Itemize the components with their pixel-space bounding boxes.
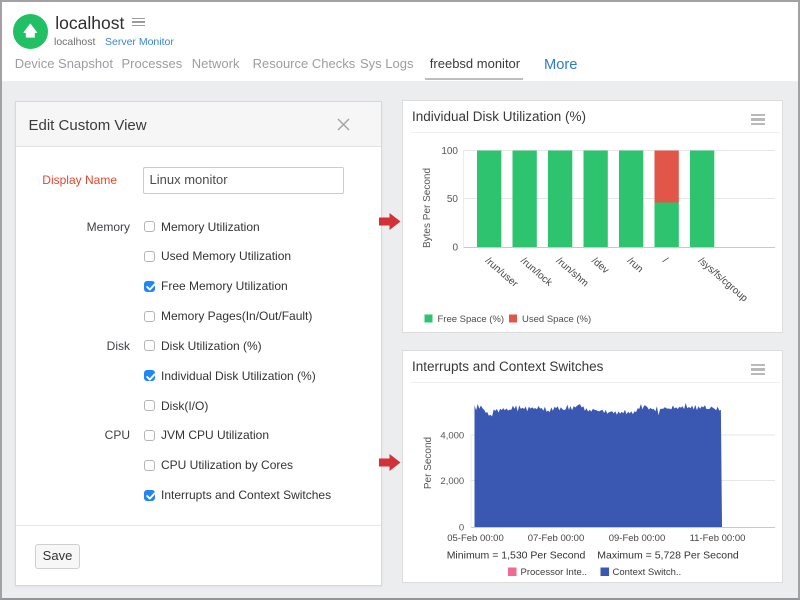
svg-text:Processor Inte..: Processor Inte.. [521,567,588,578]
svg-text:/run/shm: /run/shm [554,255,591,289]
svg-text:/sys/fs/cgroup: /sys/fs/cgroup [696,255,750,304]
svg-text:/dev: /dev [589,255,610,276]
svg-text:4,000: 4,000 [440,431,464,442]
svg-text:/run: /run [625,255,645,275]
svg-text:Minimum = 1,530 Per Second: Minimum = 1,530 Per Second [447,550,586,562]
svg-text:2,000: 2,000 [440,476,464,487]
svg-text:Used Space (%): Used Space (%) [522,314,591,325]
svg-text:0: 0 [452,243,458,254]
svg-text:Per Second: Per Second [423,437,434,489]
svg-text:0: 0 [459,523,464,534]
svg-text:07-Feb 00:00: 07-Feb 00:00 [528,533,585,544]
svg-text:/run/user: /run/user [483,255,521,290]
svg-text:Maximum = 5,728 Per Second: Maximum = 5,728 Per Second [597,550,739,562]
svg-text:Bytes Per Second: Bytes Per Second [422,168,433,248]
svg-text:/run/lock: /run/lock [518,255,554,289]
svg-text:50: 50 [447,194,459,205]
svg-text:Context Switch..: Context Switch.. [613,567,682,578]
svg-text:/: / [660,255,669,265]
svg-text:Free Space (%): Free Space (%) [438,314,505,325]
svg-text:05-Feb 00:00: 05-Feb 00:00 [447,533,504,544]
svg-text:100: 100 [441,146,458,157]
svg-text:09-Feb 00:00: 09-Feb 00:00 [609,533,666,544]
svg-text:11-Feb 00:00: 11-Feb 00:00 [690,533,746,544]
